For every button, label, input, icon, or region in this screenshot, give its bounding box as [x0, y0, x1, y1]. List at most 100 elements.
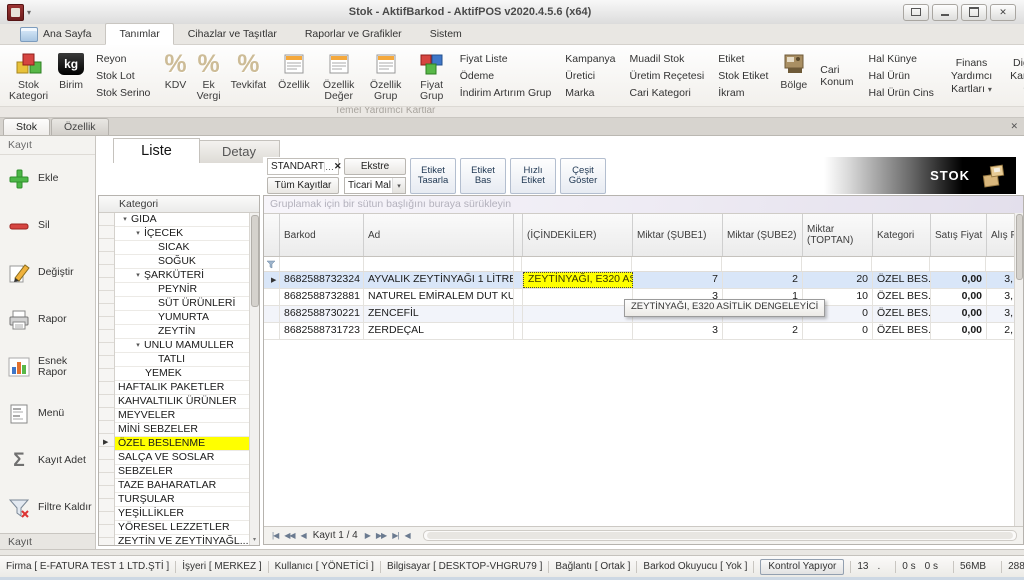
app-icon[interactable]	[7, 4, 24, 21]
cell-miktar-sube2[interactable]: 2	[723, 272, 803, 288]
ikram-button[interactable]: İkram	[718, 85, 768, 102]
column-header-alis-fiyat[interactable]: Alış Fiyat	[987, 214, 1017, 256]
tree-item-yemek[interactable]: YEMEK	[115, 367, 250, 381]
grid-vertical-scrollbar[interactable]	[1014, 213, 1023, 526]
table-row[interactable]: 8682588731723 ZERDEÇAL 3 2 0 ÖZEL BES...…	[264, 323, 1023, 340]
cell-empty[interactable]	[514, 289, 523, 305]
cell-satis-fiyat[interactable]: 0,00	[931, 289, 987, 305]
stok-tipi-combo[interactable]: Ticari Mal ▾	[344, 177, 406, 194]
column-header-miktar-sube1[interactable]: Miktar (ŞUBE1)	[633, 214, 723, 256]
ek-vergi-button[interactable]: % Ek Vergi	[192, 46, 226, 106]
column-header-ad[interactable]: Ad	[364, 214, 514, 256]
minimize-button[interactable]	[932, 4, 958, 21]
cell-alis-fiyat[interactable]: 3,	[987, 306, 1017, 322]
tab-raporlar[interactable]: Raporlar ve Grafikler	[291, 23, 416, 45]
cari-konum-button[interactable]: Cari Konum	[812, 46, 861, 106]
cell-kategori[interactable]: ÖZEL BES...	[873, 289, 931, 305]
uretim-recetesi-button[interactable]: Üretim Reçetesi	[630, 68, 705, 85]
etiket-tasarla-button[interactable]: Etiket Tasarla	[410, 158, 456, 194]
tree-item-tatli[interactable]: TATLI	[115, 353, 250, 367]
doc-tab-stok[interactable]: Stok	[3, 118, 50, 135]
tree-item-mini-sebzeler[interactable]: MİNİ SEBZELER	[115, 423, 250, 437]
scrollbar-thumb[interactable]	[427, 532, 1013, 539]
fiyat-liste-button[interactable]: Fiyat Liste	[460, 51, 552, 68]
column-header-empty[interactable]	[514, 214, 523, 256]
tree-item-taze-baharatlar[interactable]: TAZE BAHARATLAR	[115, 479, 250, 493]
tree-item-yumurta[interactable]: YUMURTA	[115, 311, 250, 325]
nav-prev-button[interactable]: ◀	[298, 531, 309, 540]
filter-cell[interactable]	[722, 257, 802, 271]
quick-access-caret-icon[interactable]: ▾	[27, 8, 31, 17]
filter-cell[interactable]	[930, 257, 986, 271]
cell-alis-fiyat[interactable]: 2,	[987, 323, 1017, 339]
etiket-button[interactable]: Etiket	[718, 51, 768, 68]
tree-item-haftalik-paketler[interactable]: HAFTALIK PAKETLER	[115, 381, 250, 395]
nav-last-button[interactable]: ▶|	[389, 531, 401, 540]
tree-item-zeytin[interactable]: ZEYTİN	[115, 325, 250, 339]
diger-kartlar-dropdown[interactable]: Diğer Kartlar ▾	[1002, 46, 1024, 106]
cell-kategori[interactable]: ÖZEL BES...	[873, 272, 931, 288]
table-row[interactable]: ▶ 8682588732324 AYVALIK ZEYTİNYAĞI 1 LİT…	[264, 272, 1023, 289]
nav-prev-page-button[interactable]: ◀◀	[281, 531, 297, 540]
cell-barkod[interactable]: 8682588732324	[280, 272, 364, 288]
cell-icindekiler[interactable]	[523, 306, 633, 322]
expander-icon[interactable]: ▾	[132, 339, 144, 352]
tree-item-salca-ve-soslar[interactable]: SALÇA VE SOSLAR	[115, 451, 250, 465]
sil-button[interactable]: Sil	[0, 202, 95, 249]
column-header-miktar-toptan[interactable]: Miktar (TOPTAN)	[803, 214, 873, 256]
ozellik-deger-button[interactable]: Özellik Değer	[315, 46, 363, 106]
cell-barkod[interactable]: 8682588730221	[280, 306, 364, 322]
nav-first-button[interactable]: |◀	[269, 531, 281, 540]
filter-cell[interactable]	[364, 257, 514, 271]
nav-next-button[interactable]: ▶	[362, 531, 373, 540]
filter-cell[interactable]	[802, 257, 872, 271]
ozellik-button[interactable]: Özellik	[273, 46, 315, 106]
cell-ad[interactable]: ZENCEFİL	[364, 306, 514, 322]
stok-serino-button[interactable]: Stok Serino	[96, 85, 150, 102]
esnek-rapor-button[interactable]: Esnek Rapor	[0, 343, 95, 390]
cell-icindekiler[interactable]	[523, 323, 633, 339]
cell-miktar-toptan[interactable]: 0	[803, 323, 873, 339]
cell-icindekiler[interactable]	[523, 289, 633, 305]
cell-empty[interactable]	[514, 323, 523, 339]
expander-icon[interactable]: ▾	[132, 227, 144, 240]
ekstre-button[interactable]: Ekstre	[344, 158, 406, 175]
kayit-adet-button[interactable]: Σ Kayıt Adet	[0, 437, 95, 484]
scrollbar-thumb[interactable]	[251, 215, 259, 307]
filter-cell[interactable]	[280, 257, 364, 271]
filtre-kaldir-button[interactable]: Filtre Kaldır	[0, 484, 95, 531]
nav-next-page-button[interactable]: ▶▶	[373, 531, 389, 540]
stok-kategori-button[interactable]: Stok Kategori	[4, 46, 53, 106]
hal-urun-button[interactable]: Hal Ürün	[869, 68, 934, 85]
menu-button[interactable]: Menü	[0, 390, 95, 437]
cell-miktar-sube2[interactable]: 2	[723, 323, 803, 339]
tree-item-soguk[interactable]: SOĞUK	[115, 255, 250, 269]
layout-more-icon[interactable]: …	[324, 162, 334, 172]
tree-item-sarkuteri[interactable]: ▾ŞARKÜTERİ	[115, 269, 250, 283]
cari-kategori-button[interactable]: Cari Kategori	[630, 85, 705, 102]
tree-item-sut-urunleri[interactable]: SÜT ÜRÜNLERİ	[115, 297, 250, 311]
tree-item-zeytin-ve-zeytinyagli[interactable]: ZEYTİN VE ZEYTİNYAĞL...	[115, 535, 250, 545]
hal-kunye-button[interactable]: Hal Künye	[869, 51, 934, 68]
tab-tanimlar[interactable]: Tanımlar	[105, 23, 173, 45]
scroll-down-icon[interactable]: ▾	[250, 535, 259, 545]
cell-ad[interactable]: AYVALIK ZEYTİNYAĞI 1 LİTRE	[364, 272, 514, 288]
marka-button[interactable]: Marka	[565, 85, 615, 102]
cell-miktar-sube1[interactable]: 3	[633, 323, 723, 339]
cell-empty[interactable]	[514, 272, 523, 288]
tree-item-icecek[interactable]: ▾İÇECEK	[115, 227, 250, 241]
tevkifat-button[interactable]: % Tevkifat	[226, 46, 272, 106]
cell-satis-fiyat[interactable]: 0,00	[931, 323, 987, 339]
filter-cell[interactable]	[986, 257, 1016, 271]
h-scroll-left-icon[interactable]: ◀	[401, 531, 412, 540]
cell-alis-fiyat[interactable]: 3,	[987, 272, 1017, 288]
cell-barkod[interactable]: 8682588732881	[280, 289, 364, 305]
fullscreen-button[interactable]	[903, 4, 929, 21]
column-header-icindekiler[interactable]: (İÇİNDEKİLER)	[523, 214, 633, 256]
uretici-button[interactable]: Üretici	[565, 68, 615, 85]
column-header-satis-fiyat[interactable]: Satış Fiyat	[931, 214, 987, 256]
layout-box[interactable]: STANDART … ✕	[267, 158, 339, 175]
tree-vertical-scrollbar[interactable]: ▾	[249, 213, 259, 545]
cell-kategori[interactable]: ÖZEL BES...	[873, 306, 931, 322]
tab-ana-sayfa[interactable]: Ana Sayfa	[6, 23, 105, 45]
